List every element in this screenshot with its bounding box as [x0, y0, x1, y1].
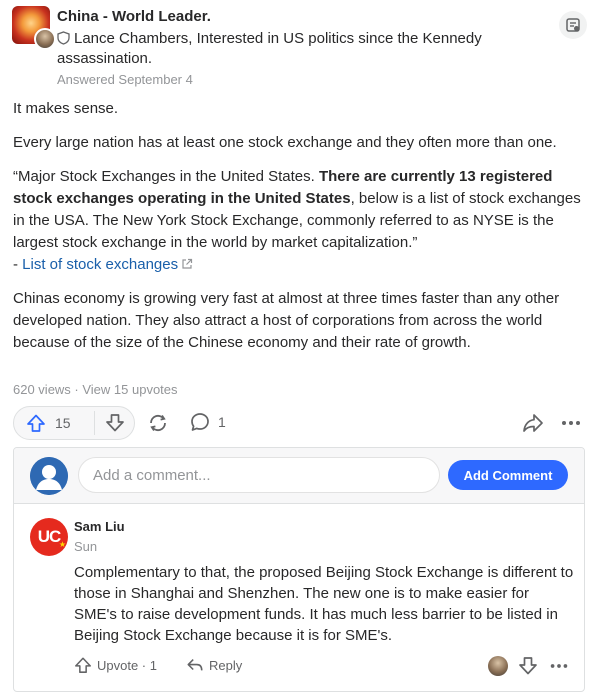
- more-options-button[interactable]: [559, 411, 583, 435]
- link-text[interactable]: List of stock exchanges: [22, 256, 178, 273]
- more-icon: [550, 664, 568, 668]
- author-avatar[interactable]: [34, 28, 56, 50]
- comment-item: UC ★ Sam Liu Sun Complementary to that, …: [14, 504, 584, 691]
- commenter-avatar[interactable]: UC ★: [30, 518, 68, 556]
- downvote-arrow-icon: [519, 657, 537, 675]
- answer-quote: “Major Stock Exchanges in the United Sta…: [13, 166, 583, 276]
- source-prefix: -: [13, 256, 23, 273]
- share-arrow-icon: [523, 414, 543, 432]
- share-button[interactable]: [521, 411, 545, 435]
- comment-count: 1: [218, 414, 226, 430]
- view-stats[interactable]: 620 views · View 15 upvotes: [13, 382, 178, 397]
- credential-text[interactable]: Lance Chambers, Interested in US politic…: [57, 30, 482, 67]
- reply-label: Reply: [209, 657, 243, 673]
- upvoter-avatar[interactable]: [488, 656, 508, 676]
- upvote-count: 15: [55, 415, 71, 431]
- vote-pill: 15: [13, 406, 135, 440]
- author-credential: Lance Chambers, Interested in US politic…: [57, 29, 537, 69]
- commenter-name[interactable]: Sam Liu: [74, 519, 125, 534]
- reshare-button[interactable]: [146, 411, 170, 435]
- default-avatar-icon: [30, 457, 68, 495]
- comment-upvote-label: Upvote · 1: [97, 657, 157, 673]
- comment-input[interactable]: [78, 457, 440, 493]
- answer-body: It makes sense. Every large nation has a…: [13, 98, 583, 366]
- star-icon: ★: [58, 540, 66, 549]
- add-comment-button[interactable]: Add Comment: [448, 460, 568, 490]
- comment-button[interactable]: 1: [189, 411, 226, 433]
- reply-arrow-icon: [187, 659, 203, 671]
- comment-downvote-button[interactable]: [518, 656, 538, 676]
- current-user-avatar[interactable]: [30, 457, 68, 495]
- comment-bubble-icon: [191, 413, 209, 431]
- quote-text: “Major Stock Exchanges in the United Sta…: [13, 168, 319, 185]
- downvote-button[interactable]: [95, 407, 134, 439]
- space-name[interactable]: China - World Leader.: [57, 8, 211, 25]
- answered-date[interactable]: Answered September 4: [57, 72, 193, 87]
- comment-actions: Upvote · 1 Reply: [74, 653, 579, 679]
- answer-paragraph: Every large nation has at least one stoc…: [13, 134, 557, 151]
- answer-header: China - World Leader. Lance Chambers, In…: [12, 6, 587, 94]
- answer-paragraph: It makes sense.: [13, 100, 119, 117]
- avatar-text: UC: [37, 527, 62, 546]
- upvote-arrow-icon: [75, 657, 91, 673]
- space-button[interactable]: [559, 11, 587, 39]
- reply-button[interactable]: Reply: [186, 656, 242, 674]
- answer-paragraph: Chinas economy is growing very fast at a…: [13, 290, 560, 351]
- comment-time[interactable]: Sun: [74, 539, 97, 554]
- downvote-arrow-icon: [105, 414, 124, 432]
- comments-section: Add Comment UC ★ Sam Liu Sun Complementa…: [13, 447, 585, 692]
- space-icon: [566, 18, 580, 32]
- upvote-button[interactable]: 15: [14, 407, 94, 439]
- more-icon: [562, 421, 580, 425]
- comment-composer: Add Comment: [14, 448, 584, 504]
- comment-upvote-button[interactable]: Upvote · 1: [74, 656, 157, 674]
- comment-text: Complementary to that, the proposed Beij…: [74, 564, 574, 644]
- external-link-icon: [182, 258, 193, 269]
- reshare-icon: [150, 414, 166, 432]
- action-bar: 15 1: [13, 406, 585, 440]
- shield-icon: [57, 31, 70, 45]
- upvote-arrow-icon: [27, 414, 45, 432]
- comment-more-button[interactable]: [548, 656, 570, 676]
- stock-exchanges-link[interactable]: List of stock exchanges: [22, 256, 193, 273]
